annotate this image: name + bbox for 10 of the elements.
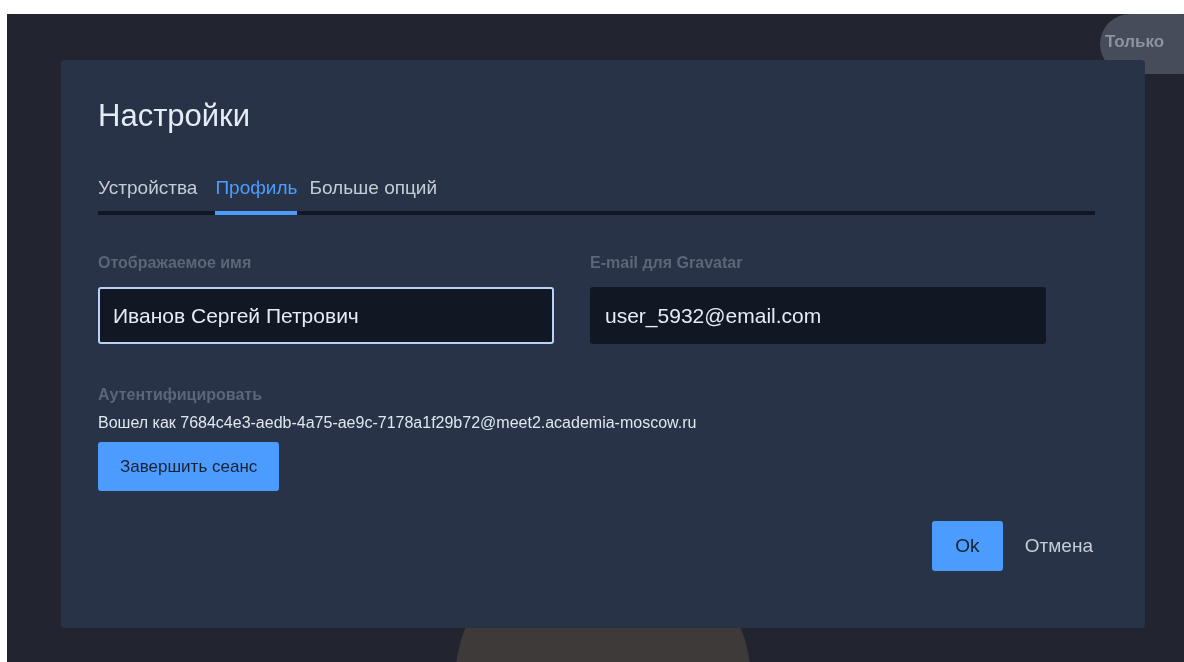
ok-button[interactable]: Ok [931,521,1003,571]
tab[interactable]: Устройства [98,174,204,215]
tab[interactable]: Больше опций [309,174,438,215]
input-field[interactable]: Иванов Сергей Петрович [98,287,554,344]
cancel-button[interactable]: Отмена [1014,535,1103,557]
login-status-text: Вошел как 7684c4e3-aedb-4a75-ae9c-7178a1f29b72@meet2.academia-moscow.ru [98,414,698,432]
dialog-title: Настройки [98,98,251,134]
input-field[interactable]: user_5932@email.com [590,287,1046,344]
tab[interactable]: Профиль [215,174,298,215]
logout-button[interactable]: Завершить сеанс [98,442,280,491]
